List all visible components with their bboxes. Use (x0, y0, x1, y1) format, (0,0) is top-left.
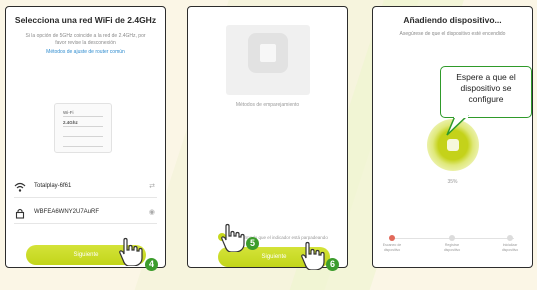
callout-line: Espere a que el (456, 72, 516, 82)
router-row (63, 130, 103, 137)
chevron-right-icon[interactable]: ⇄ (149, 182, 155, 190)
wifi-icon (14, 181, 26, 193)
phone-screen-adding-device: Añadiendo dispositivo... Asegúrese de qu… (372, 6, 533, 268)
phone-screen-pairing: Métodos de emparejamiento He confirmado … (187, 6, 348, 268)
wifi-password-value: WBFEA6WNY2U7AuRF (34, 209, 100, 215)
phone-screen-select-wifi: Selecciona una red WiFi de 2.4GHz Si la … (5, 6, 166, 268)
wifi-password-field[interactable]: WBFEA6WNY2U7AuRF ◉ (14, 205, 157, 224)
pairing-methods-link[interactable]: Métodos de emparejamiento (188, 102, 347, 108)
callout-bubble: Espere a que el dispositivo se configure (440, 66, 532, 118)
router-row: Wi-Fi (63, 110, 103, 117)
wifi-network-name: Totalplay-6f61 (34, 183, 72, 189)
callout-line: dispositivo se (460, 83, 512, 93)
progress-steps: Escaneo de dispositivo Registrar disposi… (379, 235, 526, 259)
subtitle: Asegúrese de que el dispositivo esté enc… (399, 31, 506, 37)
step-label: Inicializar dispositivo (501, 243, 519, 252)
device-icon (248, 33, 288, 73)
page-title: Añadiendo dispositivo... (403, 15, 502, 25)
eye-icon[interactable]: ◉ (149, 208, 155, 216)
step-label: Escaneo de dispositivo (382, 243, 402, 252)
step-label: Registrar dispositivo (443, 243, 461, 252)
step-dot (449, 235, 455, 241)
callout-line: configure (468, 94, 504, 104)
step-dot (507, 235, 513, 241)
step-badge: 4 (145, 258, 158, 271)
step-dot-active (389, 235, 395, 241)
tap-hand-icon (119, 237, 143, 266)
router-row: 2.4Ghz (63, 120, 103, 127)
step-badge: 6 (326, 258, 339, 271)
wifi-network-field[interactable]: Totalplay-6f61 ⇄ (14, 179, 157, 198)
tap-hand-icon (221, 223, 245, 252)
lock-icon (14, 207, 26, 219)
step-badge: 5 (246, 237, 259, 250)
callout-pointer (446, 115, 469, 136)
progress-percent: 35% (447, 179, 458, 185)
router-methods-link[interactable]: Métodos de ajuste de router común (16, 49, 155, 55)
router-illustration: Wi-Fi 2.4Ghz (54, 103, 112, 153)
device-illustration (226, 25, 310, 95)
router-row (63, 140, 103, 147)
subtitle: Si la opción de 5GHz coincide a la red d… (25, 33, 146, 46)
page-title: Selecciona una red WiFi de 2.4GHz (14, 15, 157, 25)
